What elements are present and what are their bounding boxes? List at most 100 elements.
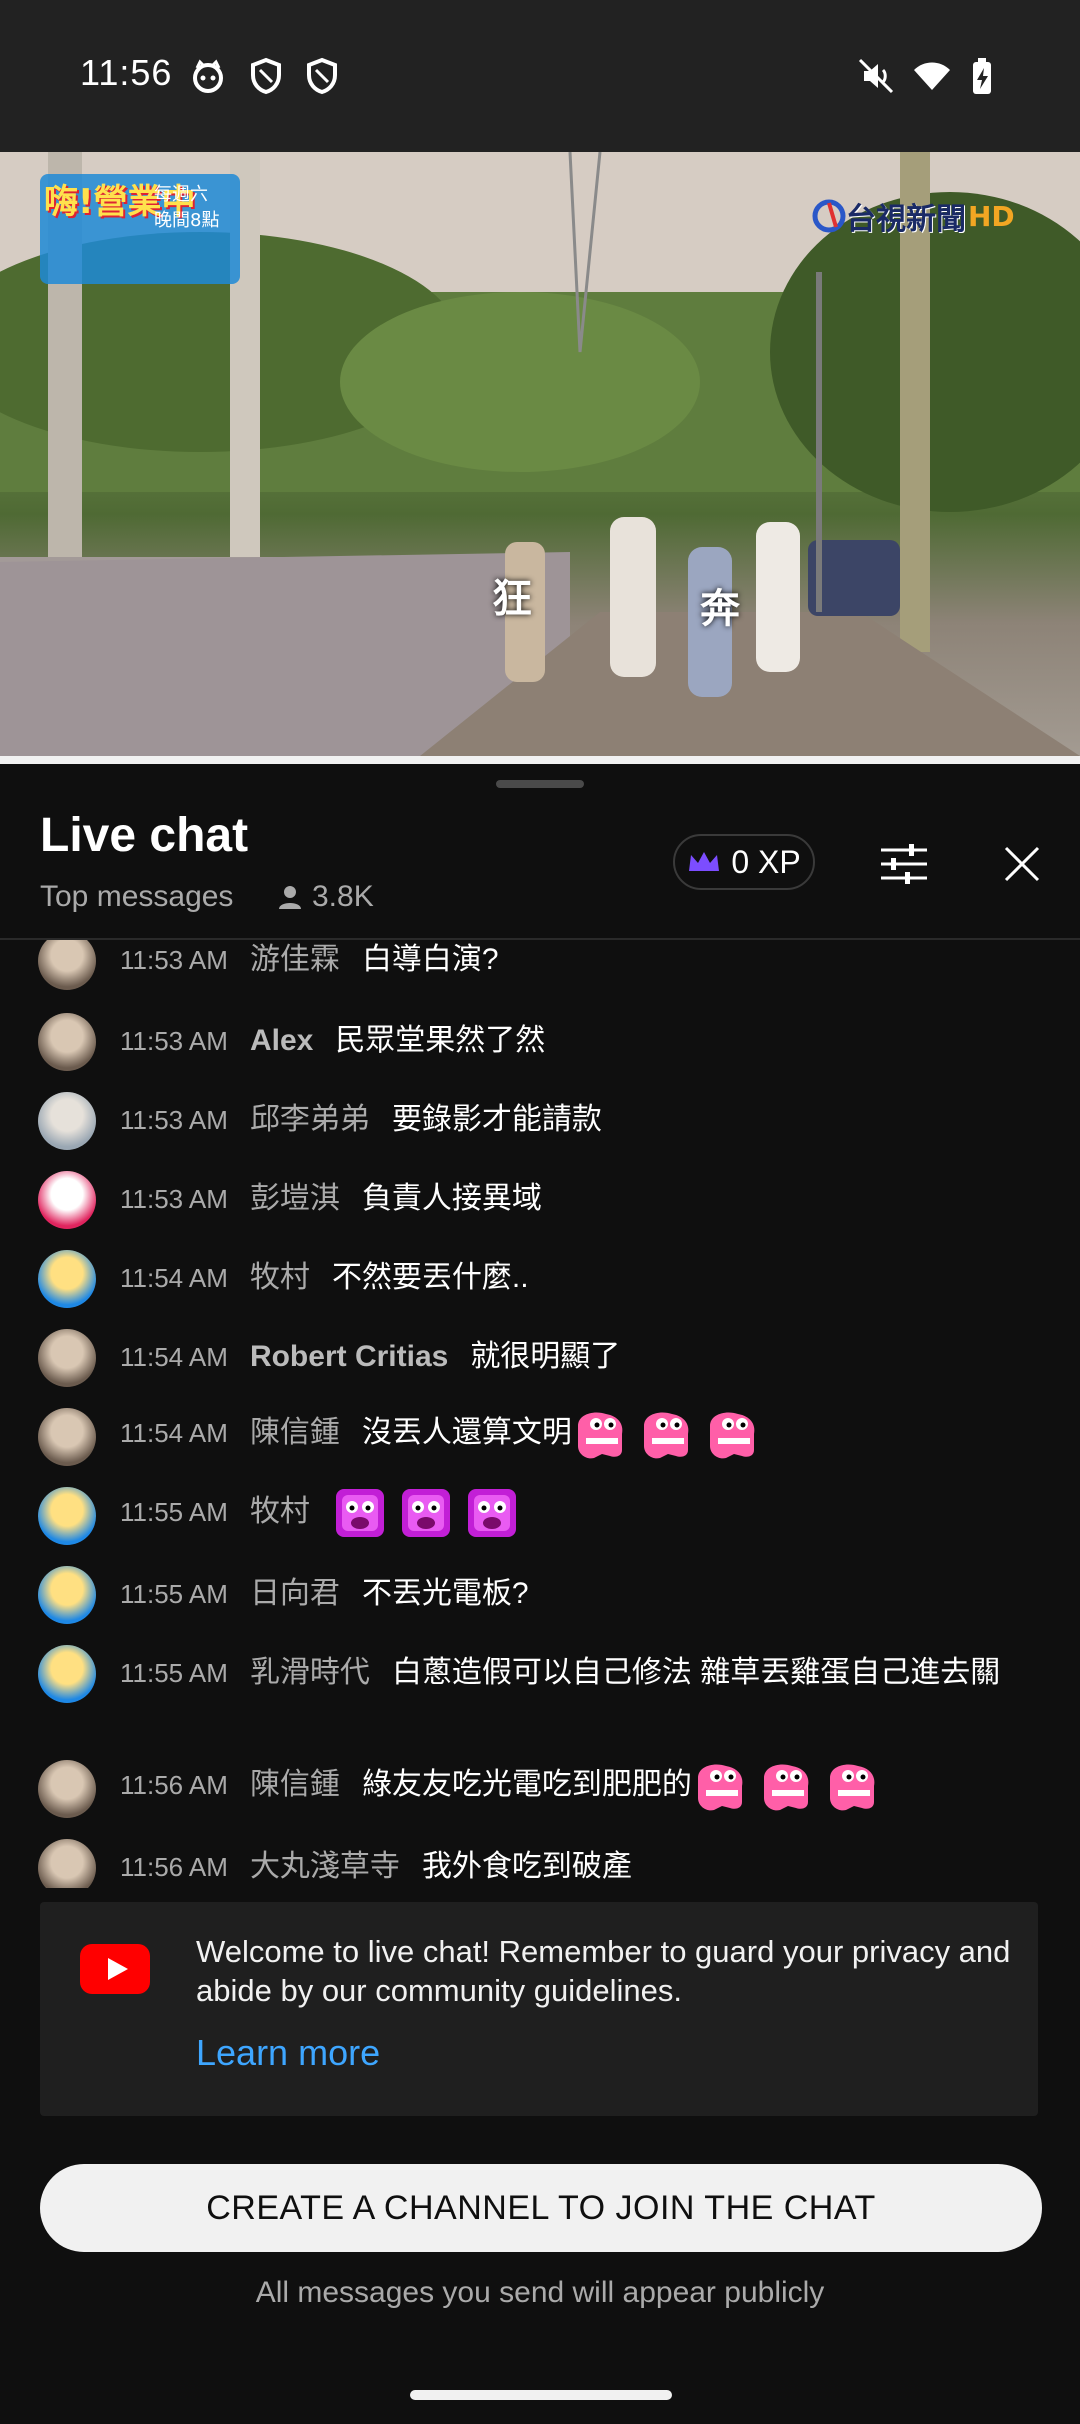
message-timestamp: 11:55 AM [120, 1497, 228, 1527]
shield-icon [251, 57, 281, 95]
message-author[interactable]: 陳信鍾 [250, 1768, 340, 1801]
chat-title: Live chat [40, 809, 249, 862]
chat-message-body: 11:55 AM 日向君 不丟光電板? [120, 1574, 1040, 1614]
message-timestamp: 11:54 AM [120, 1263, 228, 1293]
avatar[interactable] [38, 1760, 96, 1818]
viewer-count-value: 3.8K [312, 880, 374, 913]
avatar[interactable] [38, 1329, 96, 1387]
person-icon [279, 886, 301, 909]
xp-label: 0 XP [731, 843, 801, 880]
chat-message-list[interactable]: 11:53 AM 游佳霖 白導白演? 11:53 AM Alex 民眾堂果然了然 11:53… [0, 940, 1080, 1888]
gesture-nav-handle[interactable] [410, 2390, 672, 2400]
message-timestamp: 11:56 AM [120, 1770, 228, 1800]
message-timestamp: 11:53 AM [120, 1026, 228, 1056]
message-timestamp: 11:54 AM [120, 1342, 228, 1372]
pink-dino-emote [697, 1764, 743, 1811]
xp-button[interactable]: 0 XP [673, 834, 815, 890]
video-caption-left: 狂 [492, 576, 532, 622]
avatar[interactable] [38, 940, 96, 990]
message-text: 白導白演? [361, 943, 499, 976]
avatar[interactable] [38, 1092, 96, 1150]
chat-message-body: 11:53 AM 彭塏淇 負責人接異域 [120, 1179, 1040, 1219]
close-chat-button[interactable] [994, 836, 1050, 892]
show-logo-time: 晚間8點 [154, 210, 220, 231]
create-channel-button[interactable]: CREATE A CHANNEL TO JOIN THE CHAT [40, 2164, 1042, 2252]
message-text: 就很明顯了 [470, 1340, 621, 1373]
message-author[interactable]: 彭塏淇 [250, 1182, 340, 1215]
channel-logo: 台視新聞 HD [812, 194, 1015, 238]
chat-message-body: 11:54 AM Robert Critias 就很明顯了 [120, 1337, 1040, 1377]
chat-message-body: 11:53 AM 游佳霖 白導白演? [120, 940, 1040, 980]
cat-face-icon [193, 59, 223, 93]
chat-message-body: 11:55 AM 牧村 [120, 1483, 1040, 1541]
message-timestamp: 11:55 AM [120, 1658, 228, 1688]
message-text: 沒丟人還算文明 [361, 1416, 572, 1449]
avatar[interactable] [38, 1645, 96, 1703]
close-icon [1004, 846, 1040, 882]
pink-dino-emote [763, 1764, 809, 1811]
sliders-icon [881, 844, 927, 884]
chat-message-body: 11:56 AM 陳信鍾 綠友友吃光電吃到肥肥的 [120, 1756, 1040, 1814]
message-timestamp: 11:55 AM [120, 1579, 228, 1609]
chat-message-body: 11:54 AM 陳信鍾 沒丟人還算文明 [120, 1404, 1040, 1462]
avatar[interactable] [38, 1566, 96, 1624]
wifi-icon [914, 62, 950, 90]
avatar[interactable] [38, 1408, 96, 1466]
pink-dino-emote [577, 1412, 623, 1459]
video-player[interactable]: 嗨!營業中 每週六 晚間8點 台視新聞 HD 狂 奔 [0, 152, 1080, 756]
chat-message-body: 11:53 AM 邱李弟弟 要錄影才能請款 [120, 1100, 1040, 1140]
video-progress-bar [0, 756, 1080, 764]
default-avatar-icon[interactable] [38, 1171, 96, 1229]
message-text: 我外食吃到破產 [421, 1850, 632, 1883]
learn-more-link[interactable]: Learn more [196, 2032, 380, 2074]
chat-message-body: 11:56 AM 大丸淺草寺 我外食吃到破產 [120, 1847, 1040, 1887]
channel-logo-icon [812, 199, 846, 233]
video-frame [0, 152, 1080, 756]
message-author[interactable]: Alex [250, 1024, 313, 1057]
message-text: 要錄影才能請款 [391, 1103, 602, 1136]
battery-charging-icon [973, 58, 991, 94]
message-author[interactable]: 牧村 [250, 1495, 310, 1528]
crown-icon [689, 852, 720, 871]
purple-face-emote [401, 1489, 450, 1538]
pink-dino-emote [709, 1412, 755, 1459]
message-author[interactable]: 乳滑時代 [250, 1656, 370, 1689]
avatar[interactable] [38, 1250, 96, 1308]
status-time: 11:56 [80, 52, 173, 93]
message-author[interactable]: 大丸淺草寺 [250, 1850, 400, 1883]
message-author[interactable]: Robert Critias [250, 1340, 448, 1373]
message-author[interactable]: 日向君 [250, 1577, 340, 1610]
message-author[interactable]: 牧村 [250, 1261, 310, 1294]
message-text: 綠友友吃光電吃到肥肥的 [361, 1768, 692, 1801]
purple-face-emote [335, 1489, 384, 1538]
message-text: 不然要丟什麼.. [331, 1261, 529, 1294]
youtube-logo-icon [80, 1944, 150, 1994]
channel-logo-text: 台視新聞 [846, 202, 966, 237]
message-author[interactable]: 陳信鍾 [250, 1416, 340, 1449]
chat-mode-selector[interactable]: Top messages [40, 880, 233, 914]
message-text: 不丟光電板? [361, 1577, 529, 1610]
viewer-count: 3.8K [276, 880, 374, 914]
message-timestamp: 11:54 AM [120, 1418, 228, 1448]
message-timestamp: 11:53 AM [120, 1105, 228, 1135]
purple-face-emote [467, 1489, 516, 1538]
message-text: 白蔥造假可以自己修法 雜草丟雞蛋自己進去關 [391, 1656, 1001, 1689]
filter-settings-button[interactable] [876, 836, 932, 892]
shield-icon [307, 57, 337, 95]
show-logo-day: 每週六 [154, 184, 208, 205]
mute-icon [858, 58, 894, 94]
pink-dino-emote [829, 1764, 875, 1811]
welcome-text: Welcome to live chat! Remember to guard … [196, 1934, 1011, 2008]
drag-handle[interactable] [496, 780, 584, 788]
chat-message-body: 11:54 AM 牧村 不然要丟什麼.. [120, 1258, 1040, 1298]
public-messages-note: All messages you send will appear public… [255, 2276, 825, 2309]
avatar[interactable] [38, 1487, 96, 1545]
show-logo: 嗨!營業中 每週六 晚間8點 [44, 174, 244, 231]
message-author[interactable]: 游佳霖 [250, 943, 340, 976]
message-author[interactable]: 邱李弟弟 [250, 1103, 370, 1136]
welcome-banner: Welcome to live chat! Remember to guard … [40, 1902, 1038, 2116]
message-timestamp: 11:53 AM [120, 1184, 228, 1214]
avatar[interactable] [38, 1839, 96, 1888]
channel-logo-hd: HD [968, 199, 1015, 233]
avatar[interactable] [38, 1013, 96, 1071]
